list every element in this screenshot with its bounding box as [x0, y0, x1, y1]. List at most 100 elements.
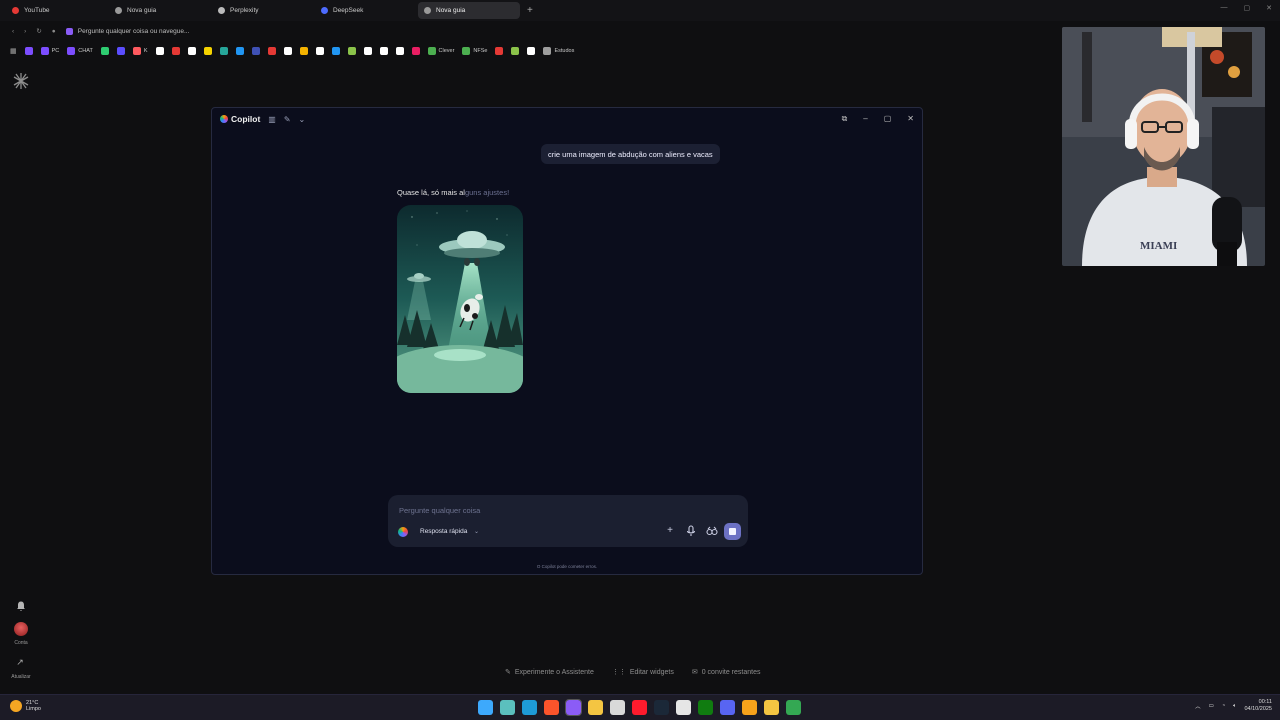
- sidebar-toggle-icon[interactable]: ▥: [268, 115, 276, 124]
- files-icon[interactable]: [588, 700, 603, 715]
- mode-selector[interactable]: Resposta rápida: [420, 528, 467, 535]
- voice-glasses-icon[interactable]: [705, 524, 719, 538]
- bookmark-label: Estudos: [554, 48, 575, 54]
- bookmark-item[interactable]: [116, 47, 125, 55]
- bookmark-item[interactable]: [235, 47, 244, 55]
- maximize-icon[interactable]: ▢: [884, 114, 892, 124]
- bookmark-icon: [511, 47, 520, 55]
- bookmark-item[interactable]: [299, 47, 308, 55]
- address-input[interactable]: Pergunte qualquer coisa ou navegue...: [65, 27, 189, 35]
- bookmark-item[interactable]: [100, 47, 109, 55]
- bookmark-item[interactable]: [155, 47, 164, 55]
- bookmark-item[interactable]: PC: [40, 47, 59, 55]
- microphone-icon[interactable]: [684, 524, 698, 538]
- opera-icon[interactable]: [632, 700, 647, 715]
- chrome-icon[interactable]: [786, 700, 801, 715]
- bookmark-item[interactable]: [495, 47, 504, 55]
- tab-nova-guia-active[interactable]: Nova guia: [418, 2, 520, 19]
- forward-icon[interactable]: ›: [24, 28, 26, 35]
- bookmark-item[interactable]: [267, 47, 276, 55]
- bookmark-item[interactable]: [24, 47, 33, 55]
- chevron-down-icon[interactable]: ⌄: [299, 115, 306, 124]
- discord-icon[interactable]: [720, 700, 735, 715]
- update-arrow-icon[interactable]: ↗: [14, 657, 26, 669]
- assistant-link[interactable]: ✎ Experimente o Assistente: [505, 668, 594, 677]
- account-label[interactable]: Conta: [0, 640, 42, 646]
- add-icon[interactable]: +: [663, 524, 677, 538]
- volume-icon[interactable]: 🔈︎: [1233, 703, 1236, 710]
- new-chat-icon[interactable]: ✎: [284, 115, 291, 124]
- bookmark-item[interactable]: [219, 47, 228, 55]
- pen-icon: ✎: [505, 669, 511, 676]
- widgets-icon[interactable]: [500, 700, 515, 715]
- close-icon[interactable]: ✕: [907, 114, 914, 124]
- bookmark-item[interactable]: [203, 47, 212, 55]
- popout-icon[interactable]: ⧉: [842, 114, 848, 124]
- bookmark-item[interactable]: [527, 47, 536, 55]
- minimize-icon[interactable]: —: [1221, 4, 1228, 12]
- update-label[interactable]: Atualizar: [0, 674, 42, 680]
- bookmark-item[interactable]: [171, 47, 180, 55]
- folder-icon[interactable]: [764, 700, 779, 715]
- weather-widget[interactable]: 21°C Limpo: [10, 700, 41, 712]
- bookmark-item[interactable]: CHAT: [67, 47, 93, 55]
- bookmark-item[interactable]: [379, 47, 388, 55]
- bookmark-item[interactable]: NFSe: [462, 47, 487, 55]
- chevron-down-icon[interactable]: ⌄: [474, 528, 479, 535]
- mic-icon[interactable]: ●: [52, 28, 56, 35]
- reload-icon[interactable]: ↻: [36, 27, 41, 35]
- wifi-icon[interactable]: ◔: [1222, 703, 1225, 709]
- edge-icon[interactable]: [522, 700, 537, 715]
- close-icon[interactable]: ✕: [1266, 4, 1272, 12]
- bookmark-item[interactable]: Estudos: [543, 47, 574, 55]
- grid-icon: ⋮⋮: [611, 669, 626, 676]
- bookmark-item[interactable]: [187, 47, 196, 55]
- copilot-header: Copilot ▥ ✎ ⌄ ⧉ – ▢ ✕: [212, 108, 922, 130]
- bookmark-item[interactable]: [251, 47, 260, 55]
- xbox-icon[interactable]: [698, 700, 713, 715]
- bookmark-item[interactable]: [363, 47, 372, 55]
- bookmark-icon: [299, 47, 308, 55]
- tab-nova-guia[interactable]: Nova guia: [109, 2, 211, 19]
- chat-input[interactable]: [399, 504, 699, 516]
- notepad-icon[interactable]: [610, 700, 625, 715]
- github-icon[interactable]: [676, 700, 691, 715]
- avatar[interactable]: [14, 622, 28, 636]
- minimize-icon[interactable]: –: [863, 114, 867, 124]
- bookmark-item[interactable]: [331, 47, 340, 55]
- tab-youtube[interactable]: YouTube: [6, 2, 108, 19]
- bookmark-item[interactable]: [411, 47, 420, 55]
- bookmark-item[interactable]: [511, 47, 520, 55]
- new-tab-button[interactable]: +: [527, 5, 533, 16]
- brave-icon[interactable]: [544, 700, 559, 715]
- apps-grid-icon[interactable]: ▦: [10, 47, 17, 55]
- bookmark-icon: [331, 47, 340, 55]
- bookmark-item[interactable]: K: [132, 47, 148, 55]
- generated-image[interactable]: [397, 205, 523, 393]
- winamp-icon[interactable]: [742, 700, 757, 715]
- logo-icon[interactable]: [12, 72, 30, 90]
- tab-perplexity[interactable]: Perplexity: [212, 2, 314, 19]
- bookmark-icon: [283, 47, 292, 55]
- user-message-bubble: crie uma imagem de abdução com aliens e …: [541, 144, 720, 164]
- back-icon[interactable]: ‹: [12, 28, 14, 35]
- stop-button[interactable]: [724, 523, 741, 540]
- windows-icon[interactable]: [478, 700, 493, 715]
- bookmark-item[interactable]: [347, 47, 356, 55]
- bookmark-item[interactable]: [283, 47, 292, 55]
- bookmark-item[interactable]: [315, 47, 324, 55]
- invites-link[interactable]: ✉ 0 convite restantes: [692, 668, 761, 677]
- bell-icon[interactable]: [15, 600, 27, 612]
- network-icon[interactable]: ▭: [1209, 703, 1214, 709]
- steam-icon[interactable]: [654, 700, 669, 715]
- bookmark-item[interactable]: Clever: [427, 47, 454, 55]
- edit-widgets-link[interactable]: ⋮⋮ Editar widgets: [611, 668, 674, 677]
- bookmark-icon: [187, 47, 196, 55]
- clock[interactable]: 00:11 04/10/2025: [1244, 699, 1272, 713]
- tab-deepseek[interactable]: DeepSeek: [315, 2, 417, 19]
- bookmark-item[interactable]: [395, 47, 404, 55]
- chevron-up-icon[interactable]: ︿: [1195, 702, 1201, 710]
- maximize-icon[interactable]: ▢: [1244, 4, 1251, 12]
- bookmark-icon: [100, 47, 109, 55]
- copilot-icon[interactable]: [565, 699, 582, 716]
